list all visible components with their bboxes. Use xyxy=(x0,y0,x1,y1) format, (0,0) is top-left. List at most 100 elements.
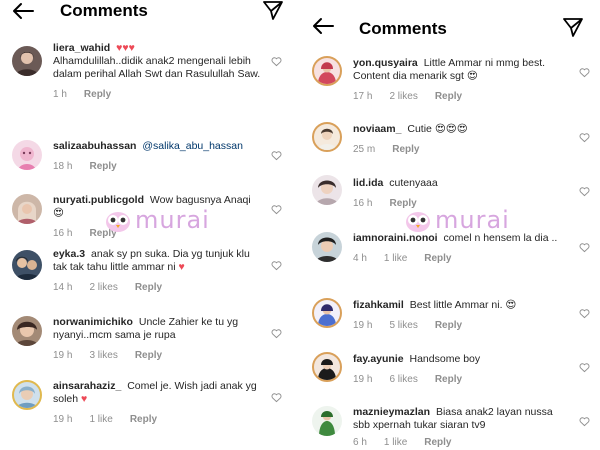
reply-button[interactable]: Reply xyxy=(89,227,116,240)
heart-outline-icon[interactable] xyxy=(579,67,590,78)
heart-outline-icon[interactable] xyxy=(271,56,282,67)
reply-button[interactable]: Reply xyxy=(435,90,462,103)
comment-text: Cutie xyxy=(407,123,432,135)
heart-outline-icon[interactable] xyxy=(271,150,282,161)
avatar[interactable] xyxy=(12,316,42,346)
avatar[interactable] xyxy=(312,298,342,328)
reply-button[interactable]: Reply xyxy=(392,143,419,156)
avatar[interactable] xyxy=(12,46,42,76)
reply-button[interactable]: Reply xyxy=(84,88,111,101)
comment-time: 19 h xyxy=(353,320,373,331)
comment-item: yon.qusyaira Little Ammar ni mmg best. C… xyxy=(300,54,600,110)
comment-time: 25 m xyxy=(353,144,376,155)
heart-outline-icon[interactable] xyxy=(271,204,282,215)
likes-count[interactable]: 1 like xyxy=(384,436,407,449)
heart-outline-icon[interactable] xyxy=(271,392,282,403)
heart-outline-icon[interactable] xyxy=(579,308,590,319)
paper-plane-icon[interactable] xyxy=(562,17,584,42)
comment-username[interactable]: liera_wahid xyxy=(53,42,110,54)
mention-link[interactable]: @salika_abu_hassan xyxy=(142,140,243,152)
comments-header: Comments xyxy=(300,0,600,54)
comment-meta: 19 h 5 likes Reply xyxy=(353,319,570,332)
comments-header: Comments xyxy=(0,0,292,30)
likes-count[interactable]: 2 likes xyxy=(389,90,417,103)
reply-button[interactable]: Reply xyxy=(135,349,162,362)
comment-body: maznieymazlan Biasa anak2 layan nussa sb… xyxy=(353,404,570,449)
comment-username[interactable]: fay.ayunie xyxy=(353,353,404,365)
reply-button[interactable]: Reply xyxy=(130,413,157,426)
likes-count[interactable]: 2 likes xyxy=(89,281,117,294)
page-title: Comments xyxy=(60,1,148,20)
comment-username[interactable]: yon.qusyaira xyxy=(353,57,418,69)
comment-body: nuryati.publicgold Wow bagusnya Anaqi 😍 … xyxy=(53,190,262,240)
avatar[interactable] xyxy=(312,175,342,205)
comment-body: noviaam_ Cutie 😍😍😍 25 m Reply xyxy=(353,120,570,156)
comment-username[interactable]: eyka.3 xyxy=(53,248,85,260)
comment-item: noviaam_ Cutie 😍😍😍 25 m Reply xyxy=(300,120,600,160)
avatar[interactable] xyxy=(12,140,42,170)
comment-item: ainsarahaziz_ Comel je. Wish jadi anak y… xyxy=(0,376,292,432)
comment-username[interactable]: iamnoraini.nonoi xyxy=(353,232,438,244)
heart-outline-icon[interactable] xyxy=(271,328,282,339)
comment-meta: 1 h Reply xyxy=(53,88,262,101)
comment-item: norwanimichiko Uncle Zahier ke tu yg nya… xyxy=(0,314,292,364)
likes-count[interactable]: 6 likes xyxy=(389,373,417,386)
comment-time: 19 h xyxy=(53,350,73,361)
comment-username[interactable]: ainsarahaziz_ xyxy=(53,380,121,392)
heart-outline-icon[interactable] xyxy=(579,242,590,253)
comment-text: comel n hensem la dia .. xyxy=(443,232,558,244)
heart-outline-icon[interactable] xyxy=(271,260,282,271)
heart-outline-icon[interactable] xyxy=(579,132,590,143)
comment-meta: 4 h 1 like Reply xyxy=(353,252,570,265)
reply-button[interactable]: Reply xyxy=(435,373,462,386)
comment-item: lid.ida cutenyaaa 16 h Reply xyxy=(300,173,600,213)
reply-button[interactable]: Reply xyxy=(424,252,451,265)
comment-body: fay.ayunie Handsome boy 19 h 6 likes Rep… xyxy=(353,350,570,386)
avatar[interactable] xyxy=(12,250,42,280)
reply-button[interactable]: Reply xyxy=(89,160,116,173)
comment-body: lid.ida cutenyaaa 16 h Reply xyxy=(353,173,570,210)
back-arrow-icon[interactable] xyxy=(312,17,334,40)
comment-body: salizaabuhassan @salika_abu_hassan 18 h … xyxy=(53,136,262,173)
comment-username[interactable]: salizaabuhassan xyxy=(53,140,136,152)
comment-meta: 19 h 6 likes Reply xyxy=(353,373,570,386)
comment-username[interactable]: nuryati.publicgold xyxy=(53,194,144,206)
heart-outline-icon[interactable] xyxy=(579,186,590,197)
comment-item: eyka.3 anak sy pn suka. Dia yg tunjuk kl… xyxy=(0,246,292,296)
avatar[interactable] xyxy=(312,406,342,436)
comment-meta: 16 h Reply xyxy=(353,197,570,210)
avatar[interactable] xyxy=(312,122,342,152)
avatar[interactable] xyxy=(12,194,42,224)
heart-outline-icon[interactable] xyxy=(579,362,590,373)
reply-button[interactable]: Reply xyxy=(389,197,416,210)
avatar[interactable] xyxy=(312,352,342,382)
heart-outline-icon[interactable] xyxy=(579,416,590,427)
reply-button[interactable]: Reply xyxy=(435,319,462,332)
comment-item: fizahkamil Best little Ammar ni. 😍 19 h … xyxy=(300,296,600,338)
avatar[interactable] xyxy=(312,232,342,262)
comment-meta: 14 h 2 likes Reply xyxy=(53,281,262,294)
comment-time: 4 h xyxy=(353,253,367,264)
comment-username[interactable]: lid.ida xyxy=(353,177,383,189)
comment-item: nuryati.publicgold Wow bagusnya Anaqi 😍 … xyxy=(0,190,292,240)
comment-username[interactable]: fizahkamil xyxy=(353,299,404,311)
reply-button[interactable]: Reply xyxy=(424,436,451,449)
avatar[interactable] xyxy=(312,56,342,86)
comment-username[interactable]: norwanimichiko xyxy=(53,316,133,328)
avatar[interactable] xyxy=(12,380,42,410)
comment-body: eyka.3 anak sy pn suka. Dia yg tunjuk kl… xyxy=(53,246,262,294)
likes-count[interactable]: 3 likes xyxy=(89,349,117,362)
likes-count[interactable]: 5 likes xyxy=(389,319,417,332)
paper-plane-icon[interactable] xyxy=(262,0,284,25)
comment-item: iamnoraini.nonoi comel n hensem la dia .… xyxy=(300,230,600,282)
back-arrow-icon[interactable] xyxy=(12,2,34,25)
comment-username[interactable]: noviaam_ xyxy=(353,123,401,135)
comment-text: Alhamdulillah..didik anak2 mengenali leb… xyxy=(53,55,261,80)
reply-button[interactable]: Reply xyxy=(135,281,162,294)
comment-time: 18 h xyxy=(53,161,73,172)
likes-count[interactable]: 1 like xyxy=(89,413,112,426)
comment-username[interactable]: maznieymazlan xyxy=(353,406,430,418)
heart-eyes-emoji: 😍 xyxy=(466,70,478,82)
heart-eyes-emoji: 😍 xyxy=(53,207,64,219)
likes-count[interactable]: 1 like xyxy=(384,252,407,265)
